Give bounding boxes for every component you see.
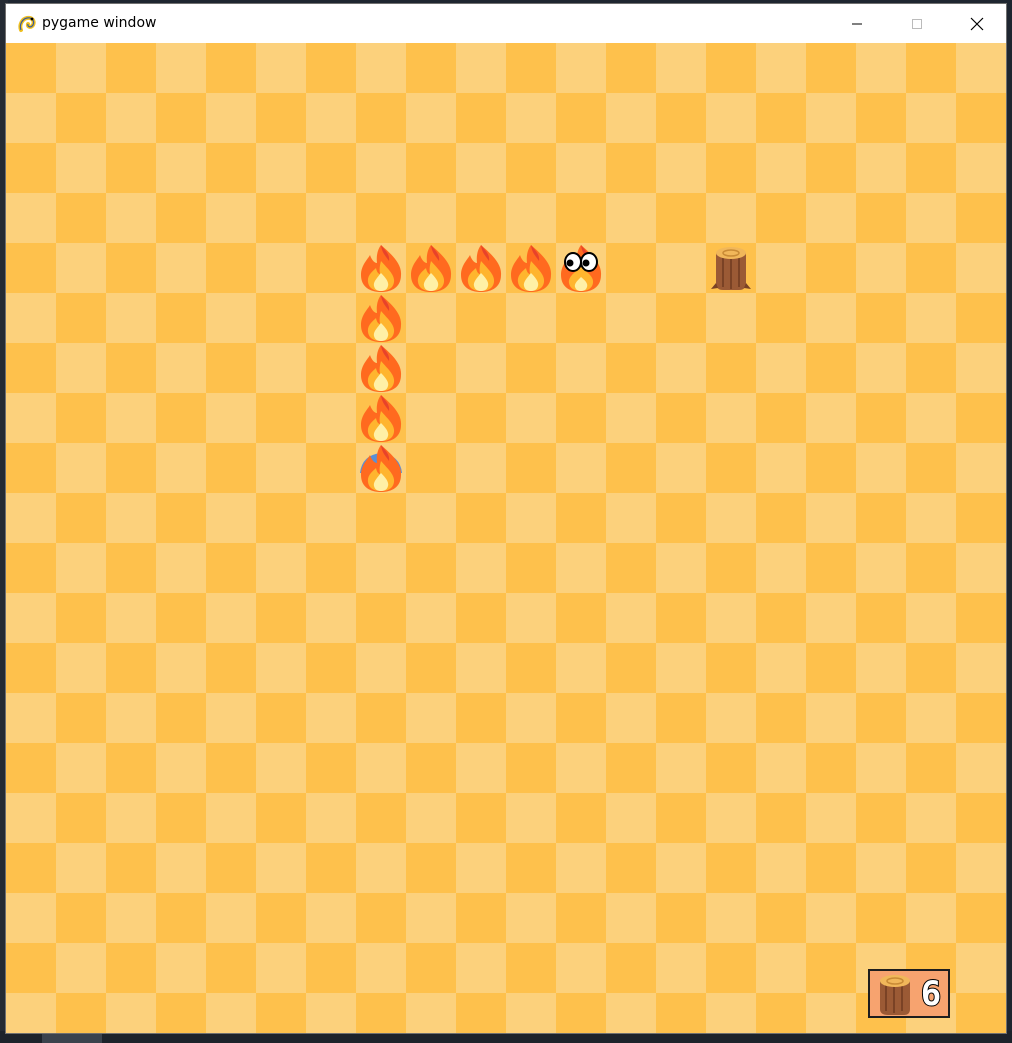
pygame-window: pygame window 6 xyxy=(6,4,1006,1033)
snake-head xyxy=(556,243,606,293)
close-icon xyxy=(970,17,984,30)
fire-icon xyxy=(361,295,402,342)
minimize-button[interactable] xyxy=(828,4,886,43)
snake-body-segment xyxy=(356,293,406,343)
food-item xyxy=(706,243,756,293)
title-bar[interactable]: pygame window xyxy=(6,4,1006,43)
log-stump-icon xyxy=(880,975,910,1015)
fire-with-eyes-icon xyxy=(561,245,602,292)
fire-icon xyxy=(511,245,552,292)
fire-icon xyxy=(361,245,402,292)
fire-icon xyxy=(361,395,402,442)
snake-body-segment xyxy=(356,393,406,443)
close-button[interactable] xyxy=(948,4,1006,43)
maximize-icon xyxy=(912,18,922,29)
snake-body-segment xyxy=(506,243,556,293)
log-stump-icon xyxy=(711,247,751,290)
score-panel: 6 xyxy=(868,969,950,1018)
game-board[interactable]: 6 xyxy=(6,43,1006,1033)
fire-icon xyxy=(361,345,402,392)
snake-body-segment xyxy=(456,243,506,293)
pygame-snake-icon xyxy=(16,13,38,35)
snake-tail xyxy=(356,443,406,493)
snake-body-segment xyxy=(356,343,406,393)
minimize-icon xyxy=(852,23,862,24)
fire-blue-tail-icon xyxy=(360,445,402,492)
maximize-button[interactable] xyxy=(888,4,946,43)
window-title: pygame window xyxy=(42,15,157,31)
fire-icon xyxy=(411,245,452,292)
fire-icon xyxy=(461,245,502,292)
snake-body-segment xyxy=(356,243,406,293)
score-value: 6 xyxy=(920,973,942,1015)
snake-body-segment xyxy=(406,243,456,293)
